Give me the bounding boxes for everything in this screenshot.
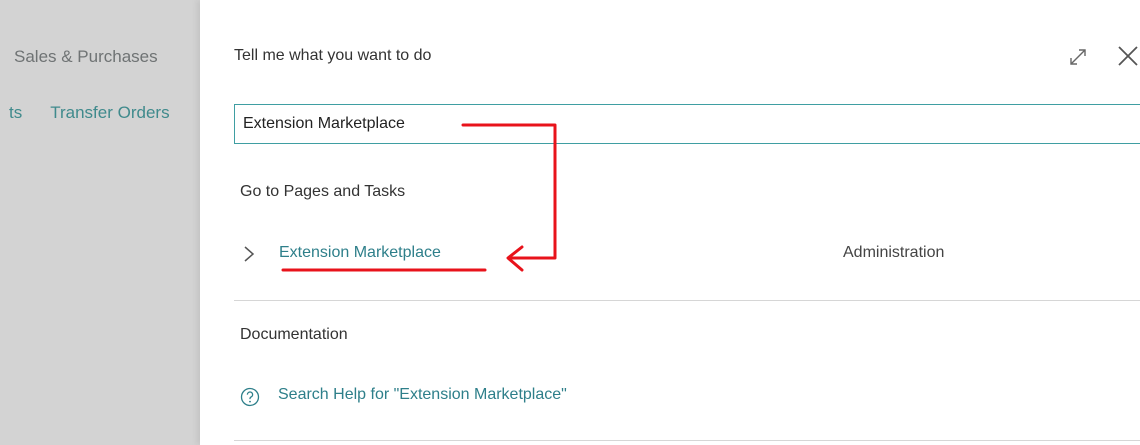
background-nav-sales-purchases: Sales & Purchases	[14, 47, 158, 66]
background-nav-row: ts Transfer Orders	[9, 103, 170, 123]
chevron-right-icon	[244, 246, 255, 262]
search-input[interactable]	[234, 104, 1140, 144]
help-row[interactable]: Search Help for "Extension Marketplace"	[240, 385, 840, 411]
background-nav-fragment: ts	[9, 103, 23, 122]
help-circle-icon	[240, 387, 260, 407]
section-divider	[234, 440, 1140, 441]
background-page: Sales & Purchases ts Transfer Orders	[0, 0, 200, 445]
close-icon[interactable]	[1114, 42, 1140, 70]
section-divider	[234, 300, 1140, 301]
section-heading-pages-tasks: Go to Pages and Tasks	[240, 183, 406, 200]
search-help-link[interactable]: Search Help for "Extension Marketplace"	[278, 386, 567, 404]
tell-me-dialog: Tell me what you want to do Go to Pages …	[200, 0, 1140, 445]
section-heading-documentation: Documentation	[240, 326, 348, 343]
dialog-title: Tell me what you want to do	[234, 47, 432, 64]
expand-icon[interactable]	[1066, 45, 1090, 69]
background-nav-transfer-orders: Transfer Orders	[50, 103, 170, 122]
result-row[interactable]: Extension Marketplace Administration	[234, 233, 1140, 277]
result-link-extension-marketplace[interactable]: Extension Marketplace	[279, 244, 441, 262]
result-category: Administration	[843, 244, 945, 261]
